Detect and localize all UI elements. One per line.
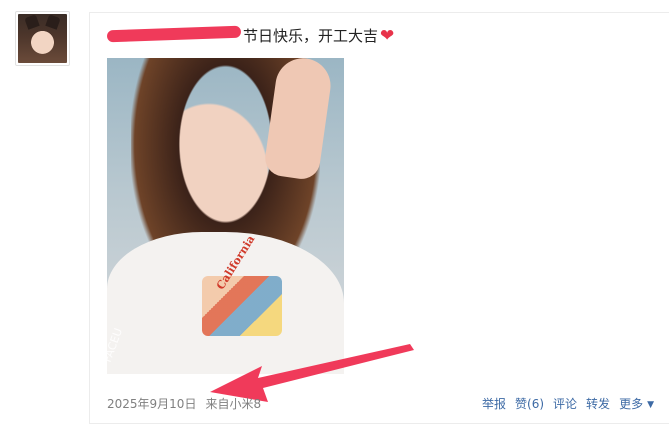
post-photo[interactable]: California FACEU — [107, 58, 344, 374]
post-date[interactable]: 2025年9月10日 — [107, 397, 196, 411]
user-avatar[interactable] — [15, 11, 70, 66]
post-meta: 2025年9月10日 来自小米8 — [107, 395, 261, 413]
hat-ear-left — [24, 14, 40, 30]
comment-link[interactable]: 评论 — [553, 395, 577, 413]
chevron-down-icon: ▼ — [647, 400, 654, 410]
hat-ear-right — [45, 14, 61, 30]
repost-link[interactable]: 转发 — [586, 395, 610, 413]
post-text: 节日快乐，开工大吉 ❤ — [106, 25, 395, 47]
avatar-image — [18, 14, 67, 63]
more-menu[interactable]: 更多 ▼ — [619, 395, 654, 413]
post-message: 节日快乐，开工大吉 — [243, 27, 379, 45]
like-link[interactable]: 赞(6) — [515, 395, 544, 413]
more-label: 更多 — [619, 397, 644, 411]
report-link[interactable]: 举报 — [482, 395, 506, 413]
heart-emoji-icon: ❤ — [380, 26, 395, 46]
redacted-author-mark — [106, 25, 242, 43]
post-source: 来自小米8 — [205, 397, 262, 411]
post-actions: 举报 赞(6) 评论 转发 更多 ▼ — [482, 395, 654, 413]
